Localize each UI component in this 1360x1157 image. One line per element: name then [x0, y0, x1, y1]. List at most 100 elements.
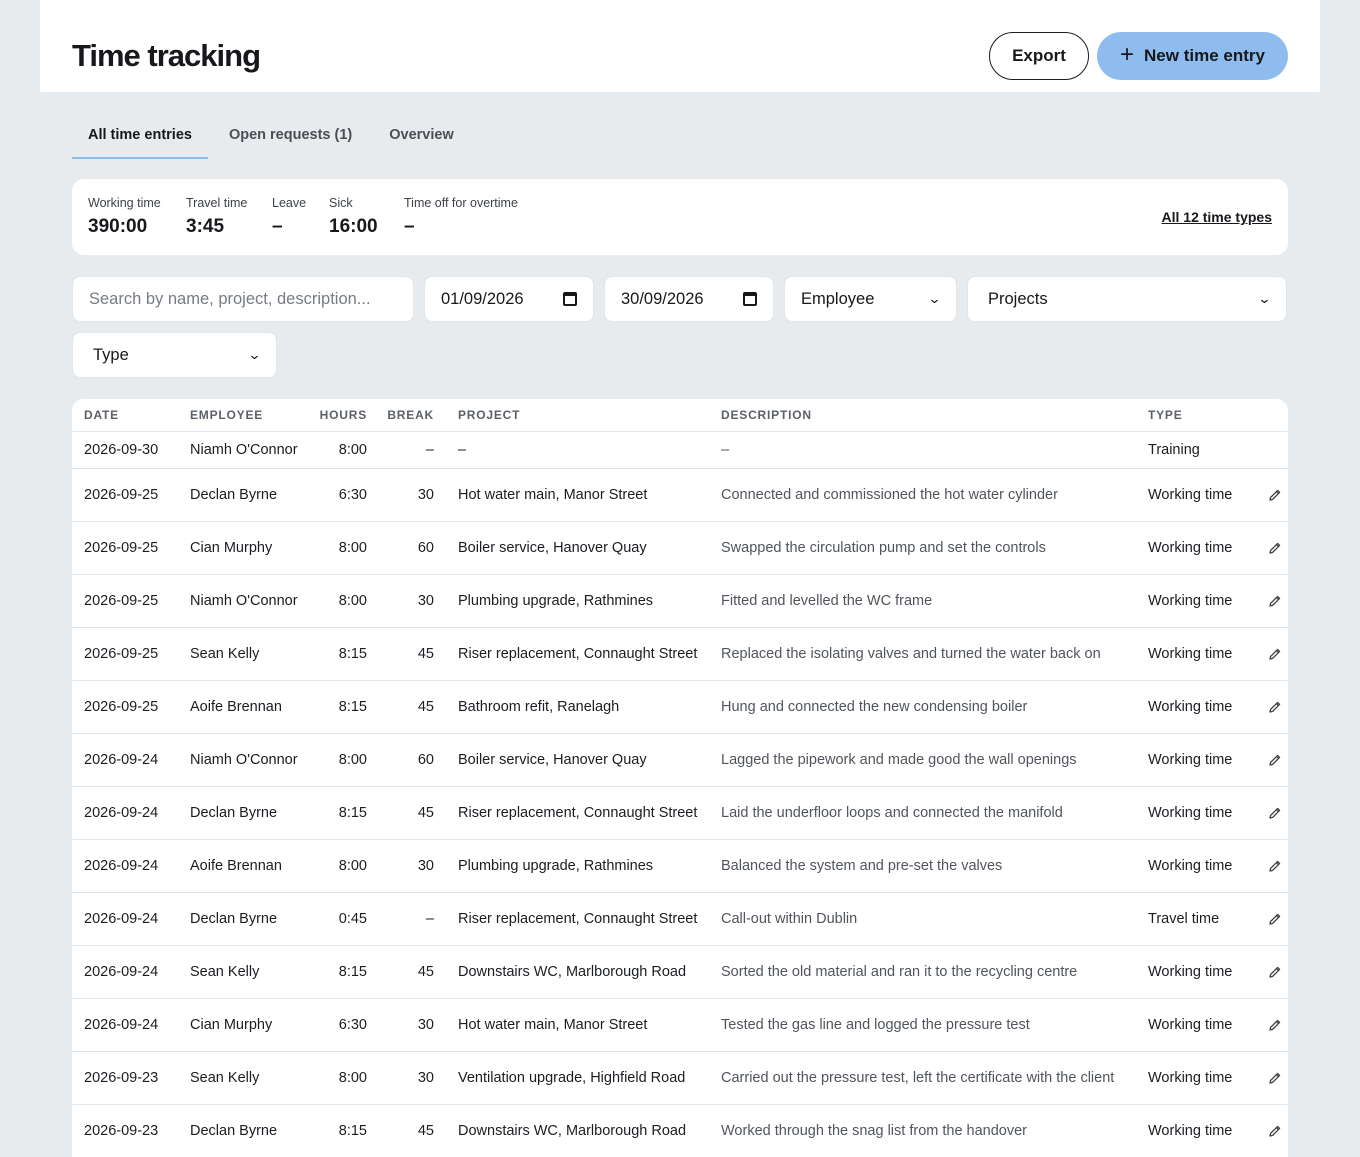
- edit-pencil-icon[interactable]: [1268, 541, 1282, 555]
- column-header-type[interactable]: TYPE: [1148, 408, 1183, 422]
- table-row[interactable]: 2026-09-25 Aoife Brennan 8:15 45 Bathroom re…: [72, 681, 1288, 734]
- stat-time-off-overtime: Time off for overtime –: [404, 195, 518, 238]
- cell-project: Riser replacement, Connaught Street: [458, 646, 698, 662]
- table-row[interactable]: 2026-09-24 Declan Byrne 0:45 – Riser replace…: [72, 893, 1288, 946]
- date-from-value: 01/09/2026: [441, 289, 524, 308]
- cell-employee: Cian Murphy: [190, 1017, 273, 1033]
- edit-pencil-icon[interactable]: [1268, 859, 1282, 873]
- edit-pencil-icon[interactable]: [1268, 1124, 1282, 1138]
- date-from-field[interactable]: 01/09/2026: [424, 276, 594, 322]
- date-to-value: 30/09/2026: [621, 289, 704, 308]
- date-to-field[interactable]: 30/09/2026: [604, 276, 774, 322]
- column-header-project[interactable]: PROJECT: [458, 408, 520, 422]
- cell-hours: 8:15: [338, 699, 367, 715]
- cell-type: Working time: [1148, 752, 1233, 768]
- cell-date: 2026-09-25: [84, 540, 159, 556]
- stat-label: Working time: [88, 196, 161, 210]
- edit-pencil-icon[interactable]: [1268, 594, 1282, 608]
- cell-project: Bathroom refit, Ranelagh: [458, 699, 620, 715]
- all-time-types-link[interactable]: All 12 time types: [1162, 209, 1273, 225]
- edit-pencil-icon[interactable]: [1268, 647, 1282, 661]
- stat-leave: Leave –: [272, 195, 306, 238]
- tab-bar: All time entries Open requests (1) Overv…: [72, 116, 475, 160]
- table-row[interactable]: 2026-09-25 Declan Byrne 6:30 30 Hot water ma…: [72, 469, 1288, 522]
- table-row[interactable]: 2026-09-24 Sean Kelly 8:15 45 Downstairs WC,…: [72, 946, 1288, 999]
- table-row[interactable]: 2026-09-25 Sean Kelly 8:15 45 Riser replacem…: [72, 628, 1288, 681]
- edit-pencil-icon[interactable]: [1268, 912, 1282, 926]
- table-row[interactable]: 2026-09-24 Niamh O'Connor 8:00 60 Boiler ser…: [72, 734, 1288, 787]
- stat-value: 16:00: [329, 216, 378, 237]
- column-header-break[interactable]: BREAK: [387, 408, 434, 422]
- cell-description: –: [721, 442, 730, 458]
- cell-project: –: [458, 442, 467, 458]
- search-placeholder: Search by name, project, description...: [89, 289, 371, 308]
- table-row[interactable]: 2026-09-24 Cian Murphy 6:30 30 Hot water mai…: [72, 999, 1288, 1052]
- column-header-employee[interactable]: EMPLOYEE: [190, 408, 263, 422]
- tab-overview[interactable]: Overview: [373, 116, 470, 159]
- table-row[interactable]: 2026-09-24 Aoife Brennan 8:00 30 Plumbing up…: [72, 840, 1288, 893]
- cell-employee: Declan Byrne: [190, 805, 278, 821]
- table-row[interactable]: 2026-09-23 Sean Kelly 8:00 30 Ventilation up…: [72, 1052, 1288, 1105]
- tab-all-time-entries[interactable]: All time entries: [72, 116, 208, 159]
- cell-break: 45: [417, 805, 434, 821]
- cell-description: Connected and commissioned the hot water…: [721, 487, 1058, 503]
- edit-pencil-icon[interactable]: [1268, 488, 1282, 502]
- cell-date: 2026-09-24: [84, 752, 159, 768]
- table-row[interactable]: 2026-09-25 Niamh O'Connor 8:00 30 Plumbing u…: [72, 575, 1288, 628]
- cell-type: Training: [1148, 442, 1200, 458]
- search-input[interactable]: Search by name, project, description...: [72, 276, 414, 322]
- tab-open-requests[interactable]: Open requests (1): [213, 116, 368, 159]
- table-header: DATE EMPLOYEE HOURS BREAK PROJECT DESCRI…: [72, 399, 1288, 432]
- employee-select[interactable]: Employee ⌄: [784, 276, 957, 322]
- cell-project: Plumbing upgrade, Rathmines: [458, 858, 654, 874]
- cell-employee: Sean Kelly: [190, 646, 260, 662]
- cell-project: Hot water main, Manor Street: [458, 487, 648, 503]
- cell-hours: 8:15: [338, 646, 367, 662]
- cell-break: 30: [417, 858, 434, 874]
- type-select[interactable]: Type ⌄: [72, 332, 277, 378]
- cell-type: Working time: [1148, 1070, 1233, 1086]
- cell-type: Travel time: [1148, 911, 1220, 927]
- column-header-date[interactable]: DATE: [84, 408, 119, 422]
- stat-travel-time: Travel time 3:45: [186, 195, 247, 238]
- export-button[interactable]: Export: [989, 32, 1089, 80]
- cell-break: 45: [417, 699, 434, 715]
- stat-value: –: [404, 216, 415, 237]
- new-time-entry-button[interactable]: + New time entry: [1097, 32, 1288, 80]
- stat-sick: Sick 16:00: [329, 195, 378, 238]
- cell-type: Working time: [1148, 858, 1233, 874]
- edit-pencil-icon[interactable]: [1268, 1071, 1282, 1085]
- stat-label: Travel time: [186, 196, 248, 210]
- cell-project: Downstairs WC, Marlborough Road: [458, 964, 687, 980]
- column-header-description[interactable]: DESCRIPTION: [721, 408, 812, 422]
- edit-pencil-icon[interactable]: [1268, 806, 1282, 820]
- cell-hours: 6:30: [338, 487, 367, 503]
- edit-pencil-icon[interactable]: [1268, 753, 1282, 767]
- table-row[interactable]: 2026-09-30 Niamh O'Connor 8:00 – – – Training: [72, 432, 1288, 469]
- new-time-entry-label: New time entry: [1144, 46, 1265, 65]
- projects-select[interactable]: Projects ⌄: [967, 276, 1287, 322]
- cell-type: Working time: [1148, 805, 1233, 821]
- cell-employee: Cian Murphy: [190, 540, 273, 556]
- cell-employee: Aoife Brennan: [190, 699, 282, 715]
- table-row[interactable]: 2026-09-24 Declan Byrne 8:15 45 Riser replac…: [72, 787, 1288, 840]
- column-header-hours[interactable]: HOURS: [320, 408, 367, 422]
- calendar-icon[interactable]: [563, 292, 577, 306]
- chevron-down-icon: ⌄: [247, 347, 262, 362]
- cell-hours: 8:15: [338, 1123, 367, 1139]
- cell-project: Boiler service, Hanover Quay: [458, 540, 647, 556]
- table-row[interactable]: 2026-09-25 Cian Murphy 8:00 60 Boiler servic…: [72, 522, 1288, 575]
- cell-project: Hot water main, Manor Street: [458, 1017, 648, 1033]
- calendar-icon[interactable]: [743, 292, 757, 306]
- plus-icon: +: [1120, 41, 1135, 68]
- edit-pencil-icon[interactable]: [1268, 965, 1282, 979]
- cell-type: Working time: [1148, 593, 1233, 609]
- table-row[interactable]: 2026-09-23 Declan Byrne 8:15 45 Downstairs W…: [72, 1105, 1288, 1157]
- cell-employee: Declan Byrne: [190, 1123, 278, 1139]
- edit-pencil-icon[interactable]: [1268, 1018, 1282, 1032]
- cell-project: Downstairs WC, Marlborough Road: [458, 1123, 687, 1139]
- edit-pencil-icon[interactable]: [1268, 700, 1282, 714]
- cell-type: Working time: [1148, 646, 1233, 662]
- cell-employee: Sean Kelly: [190, 1070, 260, 1086]
- type-select-value: Type: [93, 345, 129, 364]
